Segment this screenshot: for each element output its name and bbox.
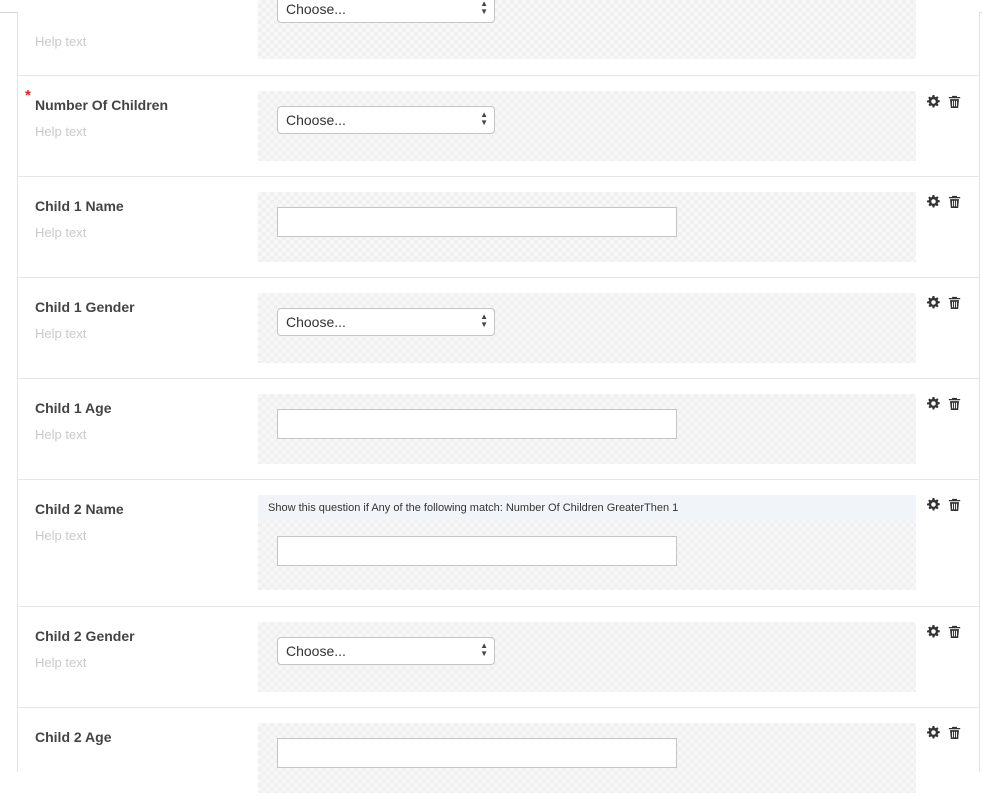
help-text: Help text [35, 34, 87, 49]
question-label: Child 2 Gender [35, 628, 135, 644]
field-area: Choose... ▲ ▼ [258, 91, 916, 161]
field-area [258, 723, 916, 793]
help-text: Help text [35, 124, 87, 139]
gear-icon[interactable] [927, 195, 940, 208]
gear-icon[interactable] [927, 498, 940, 511]
question-label: Child 2 Name [35, 501, 124, 517]
question-row: Help text Choose... ▲ ▼ [18, 0, 979, 76]
select-value: Choose... [286, 1, 346, 17]
question-row-child-2-name: Child 2 Name Help text Show this questio… [18, 480, 979, 607]
gear-icon[interactable] [927, 726, 940, 739]
question-row-number-of-children: * Number Of Children Help text Choose...… [18, 75, 979, 177]
question-label: Child 2 Age [35, 729, 112, 745]
field-area: Choose... ▲ ▼ [258, 622, 916, 692]
trash-icon[interactable] [948, 296, 961, 309]
answer-text-input[interactable] [277, 738, 677, 768]
help-text: Help text [35, 655, 87, 670]
help-text: Help text [35, 326, 87, 341]
answer-text-input[interactable] [277, 536, 677, 566]
select-arrows-icon: ▲ ▼ [480, 641, 488, 658]
help-text: Help text [35, 528, 87, 543]
form-builder-panel: Help text Choose... ▲ ▼ * Number Of Child… [17, 0, 980, 793]
trash-icon[interactable] [948, 726, 961, 739]
trash-icon[interactable] [948, 397, 961, 410]
select-arrows-icon: ▲ ▼ [480, 0, 488, 16]
question-row-child-2-gender: Child 2 Gender Help text Choose... ▲ ▼ [18, 607, 979, 708]
help-text: Help text [35, 225, 87, 240]
select-arrows-icon: ▲ ▼ [480, 312, 488, 329]
gear-icon[interactable] [927, 397, 940, 410]
answer-select[interactable]: Choose... ▲ ▼ [277, 637, 495, 665]
question-row-child-1-name: Child 1 Name Help text [18, 177, 979, 278]
select-value: Choose... [286, 314, 346, 330]
question-label: Child 1 Age [35, 400, 112, 416]
field-area: Choose... ▲ ▼ [258, 293, 916, 363]
field-area [258, 394, 916, 464]
trash-icon[interactable] [948, 195, 961, 208]
question-label: Child 1 Name [35, 198, 124, 214]
field-area: Show this question if Any of the followi… [258, 495, 916, 590]
answer-select[interactable]: Choose... ▲ ▼ [277, 106, 495, 134]
question-row-child-1-gender: Child 1 Gender Help text Choose... ▲ ▼ [18, 278, 979, 379]
select-value: Choose... [286, 112, 346, 128]
answer-select[interactable]: Choose... ▲ ▼ [277, 0, 495, 23]
trash-icon[interactable] [948, 498, 961, 511]
help-text: Help text [35, 427, 87, 442]
gear-icon[interactable] [927, 95, 940, 108]
answer-select[interactable]: Choose... ▲ ▼ [277, 308, 495, 336]
question-label: Number Of Children [35, 97, 169, 113]
field-area [258, 192, 916, 262]
answer-text-input[interactable] [277, 207, 677, 237]
condition-text: Show this question if Any of the followi… [268, 502, 679, 514]
required-marker: * [25, 87, 31, 104]
select-value: Choose... [286, 643, 346, 659]
question-row-child-2-age: Child 2 Age [18, 708, 979, 808]
trash-icon[interactable] [948, 95, 961, 108]
gear-icon[interactable] [927, 625, 940, 638]
gear-icon[interactable] [927, 296, 940, 309]
question-label: Child 1 Gender [35, 299, 135, 315]
question-row-child-1-age: Child 1 Age Help text [18, 379, 979, 480]
answer-text-input[interactable] [277, 409, 677, 439]
select-arrows-icon: ▲ ▼ [480, 110, 488, 127]
condition-notice: Show this question if Any of the followi… [258, 495, 916, 521]
trash-icon[interactable] [948, 625, 961, 638]
field-area: Choose... ▲ ▼ [258, 0, 916, 59]
